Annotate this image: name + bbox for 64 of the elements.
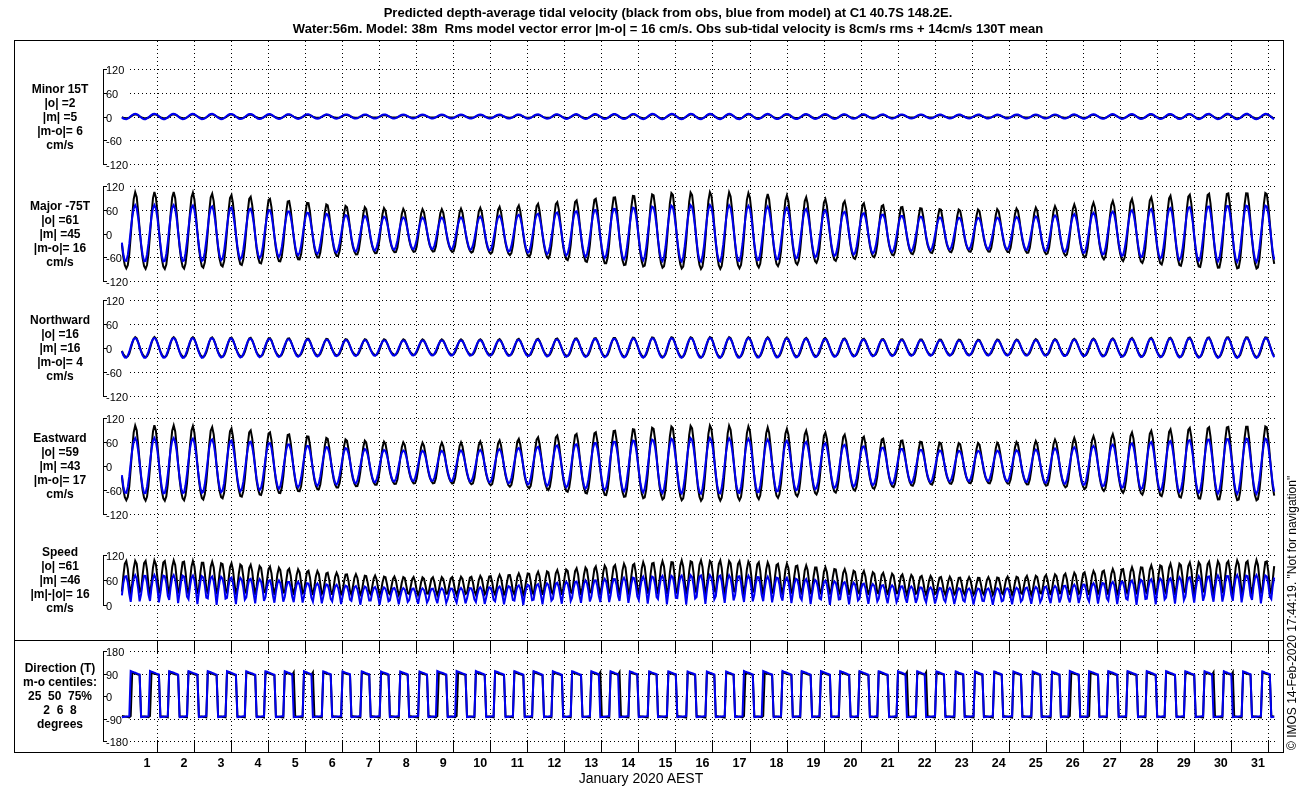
x-tick-label: 19 xyxy=(806,756,821,770)
x-tick-label: 9 xyxy=(439,756,447,770)
y-tick-label: -180 xyxy=(106,735,129,748)
x-tick-label: 21 xyxy=(880,756,895,770)
x-tick-label: 30 xyxy=(1213,756,1228,770)
chart-title: Predicted depth-average tidal velocity (black from obs, blue from model) at C1 40.7S 148.2E. xyxy=(383,5,953,20)
x-tick-label: 25 xyxy=(1028,756,1043,770)
x-tick-label: 27 xyxy=(1102,756,1117,770)
y-tick-label: 90 xyxy=(106,668,119,681)
y-axis xyxy=(102,554,108,606)
y-tick-label: -60 xyxy=(106,484,122,497)
panel-label: Direction (T) m-o centiles: 25 50 75% 2 6 8 degrees xyxy=(23,661,97,731)
y-tick-label: -120 xyxy=(106,508,129,521)
x-tick-label: 26 xyxy=(1065,756,1080,770)
y-tick-label: 180 xyxy=(106,645,125,658)
x-tick-label: 13 xyxy=(584,756,599,770)
x-tick-label: 4 xyxy=(254,756,262,770)
x-tick-label: 2 xyxy=(180,756,188,770)
panel-label: Northward |o| =16 |m| =16 |m-o|= 4 cm/s xyxy=(30,313,90,383)
x-tick-label: 24 xyxy=(991,756,1006,770)
x-tick-label: 23 xyxy=(954,756,969,770)
chart-title: Water:56m. Model: 38m Rms model vector error |m-o| = 16 cm/s. Obs sub-tidal velocity is 8cm/s rms + 14cm/s 130T mean xyxy=(292,21,1044,36)
y-tick-label: 60 xyxy=(106,436,119,449)
x-tick-label: 3 xyxy=(217,756,225,770)
x-tick-label: 31 xyxy=(1250,756,1265,770)
panel-label: Major -75T |o| =61 |m| =45 |m-o|= 16 cm/s xyxy=(30,198,90,269)
y-tick-label: -60 xyxy=(106,366,122,379)
x-tick-label: 12 xyxy=(547,756,562,770)
x-tick-label: 6 xyxy=(328,756,336,770)
x-tick-label: 16 xyxy=(695,756,710,770)
x-tick-label: 11 xyxy=(510,756,524,770)
x-tick-label: 8 xyxy=(402,756,410,770)
x-tick-label: 20 xyxy=(843,756,858,770)
y-tick-label: 60 xyxy=(106,204,119,217)
y-tick-label: 120 xyxy=(106,412,125,425)
y-tick-label: 60 xyxy=(106,87,119,100)
y-tick-label: -120 xyxy=(106,275,129,288)
x-tick-label: 1 xyxy=(143,756,151,770)
y-tick-label: -120 xyxy=(106,390,129,403)
x-tick-label: 22 xyxy=(917,756,932,770)
x-tick-label: 29 xyxy=(1176,756,1191,770)
y-tick-label: 120 xyxy=(106,549,125,562)
x-tick-label: 18 xyxy=(769,756,784,770)
y-tick-label: -60 xyxy=(106,251,122,264)
panel-label: Eastward |o| =59 |m| =43 |m-o|= 17 cm/s xyxy=(33,431,87,501)
x-tick-label: 28 xyxy=(1139,756,1154,770)
x-tick-label: 14 xyxy=(621,756,636,770)
panel-label: Minor 15T |o| =2 |m| =5 |m-o|= 6 cm/s xyxy=(31,81,89,152)
y-tick-label: 120 xyxy=(106,294,125,307)
x-tick-label: 5 xyxy=(291,756,299,770)
y-tick-label: 60 xyxy=(106,318,119,331)
x-axis-title: January 2020 AEST xyxy=(578,770,704,786)
y-tick-label: -60 xyxy=(106,134,122,147)
y-tick-label: -120 xyxy=(106,158,129,171)
credit-text: © IMOS 14-Feb-2020 17:44:19. "Not for navigation" xyxy=(1285,475,1299,750)
x-tick-label: 7 xyxy=(365,756,373,770)
y-tick-label: 60 xyxy=(106,574,119,587)
y-tick-label: 120 xyxy=(106,180,125,193)
y-tick-label: -90 xyxy=(106,713,122,726)
panel-label: Speed |o| =61 |m| =46 |m|-|o|= 16 cm/s xyxy=(30,545,90,615)
y-tick-label: 120 xyxy=(106,63,125,76)
x-tick-label: 15 xyxy=(658,756,673,770)
x-tick-label: 10 xyxy=(473,756,488,770)
x-tick-label: 17 xyxy=(732,756,747,770)
